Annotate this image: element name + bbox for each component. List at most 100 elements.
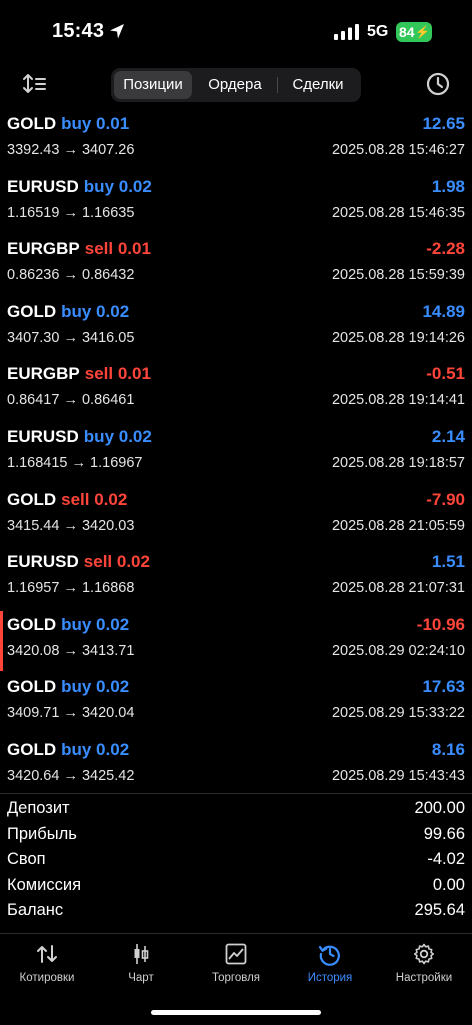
deal-side: buy 0.02 — [83, 176, 152, 196]
period-clock-icon[interactable] — [424, 70, 452, 98]
deal-date: 2025.08.28 21:05:59 — [331, 517, 465, 534]
tab-orders[interactable]: Ордера — [194, 71, 276, 99]
summary-balance: Баланс 295.64 — [0, 896, 472, 922]
tab-chart[interactable]: Чарт — [94, 934, 188, 996]
location-arrow-icon — [110, 24, 124, 39]
summary-label: Депозит — [7, 799, 70, 817]
deal-prices: 3407.30 → 3416.05 — [7, 329, 135, 346]
network-type: 5G — [367, 23, 389, 40]
list-item[interactable]: EURUSD sell 0.02 1.16957 → 1.16868 1.51 2… — [0, 548, 472, 611]
sort-icon[interactable] — [20, 70, 50, 98]
trade-chart-icon — [225, 943, 247, 965]
deal-date: 2025.08.28 19:18:57 — [331, 454, 465, 471]
deal-prices: 0.86236 → 0.86432 — [7, 267, 135, 284]
list-item[interactable]: GOLD buy 0.01 3392.43 → 3407.26 12.65 202… — [0, 110, 472, 173]
deal-prices: 1.168415 → 1.16967 — [7, 454, 143, 471]
deal-side: buy 0.02 — [61, 614, 130, 634]
deal-side: sell 0.01 — [84, 239, 151, 259]
tab-settings[interactable]: Настройки — [377, 934, 471, 996]
deal-symbol: EURUSD — [7, 552, 79, 572]
deal-prices: 3420.64 → 3425.42 — [7, 767, 135, 784]
deal-side: sell 0.01 — [84, 364, 151, 384]
deals-list: GOLD buy 0.01 3392.43 → 3407.26 12.65 202… — [0, 110, 472, 799]
deal-symbol: GOLD — [7, 614, 57, 634]
deal-side: buy 0.01 — [61, 114, 130, 133]
summary-label: Прибыль — [7, 824, 77, 843]
deal-title: GOLD buy 0.02 — [7, 740, 129, 760]
deal-symbol: GOLD — [7, 677, 57, 697]
tab-quotes[interactable]: Котировки — [0, 934, 94, 996]
settings-gear-icon — [413, 943, 435, 965]
tab-positions[interactable]: Позиции — [114, 71, 192, 99]
deal-symbol: GOLD — [7, 489, 57, 509]
tab-deals[interactable]: Сделки — [278, 71, 358, 99]
list-item[interactable]: GOLD buy 0.02 3409.71 → 3420.04 17.63 202… — [0, 673, 472, 736]
summary-value: 0.00 — [432, 875, 465, 894]
deal-profit: -10.96 — [416, 614, 465, 634]
deal-prices: 3392.43 → 3407.26 — [7, 142, 135, 158]
list-item[interactable]: EURGBP sell 0.01 0.86417 → 0.86461 -0.51 … — [0, 360, 472, 423]
account-summary: Депозит 200.00 Прибыль 99.66 Своп -4.02 Ком… — [0, 793, 472, 922]
deal-profit: -2.28 — [426, 239, 465, 259]
tab-label: Торговля — [211, 972, 261, 984]
deal-title: GOLD buy 0.02 — [7, 302, 129, 322]
selection-marker — [0, 610, 3, 671]
deal-title: GOLD sell 0.02 — [7, 490, 127, 510]
deal-title: EURUSD buy 0.02 — [7, 427, 152, 447]
list-item[interactable]: GOLD sell 0.02 3415.44 → 3420.03 -7.90 20… — [0, 486, 472, 549]
summary-swap: Своп -4.02 — [0, 845, 472, 871]
status-time: 15:43 — [52, 20, 105, 42]
deal-side: buy 0.02 — [61, 677, 130, 697]
deal-prices: 0.86417 → 0.86461 — [7, 392, 135, 409]
list-item[interactable]: GOLD buy 0.02 3420.64 → 3425.42 8.16 2025… — [0, 736, 472, 799]
deal-date: 2025.08.28 15:46:35 — [331, 204, 465, 221]
deal-profit: 1.51 — [431, 552, 465, 572]
deal-profit: 1.98 — [431, 176, 465, 196]
deal-title: EURUSD sell 0.02 — [7, 552, 150, 572]
deal-side: sell 0.02 — [61, 489, 128, 509]
tab-label: Чарт — [128, 972, 154, 984]
battery-level: 84 — [399, 24, 415, 40]
summary-value: 200.00 — [414, 799, 465, 817]
deal-side: buy 0.02 — [61, 739, 130, 759]
deal-prices: 3420.08 → 3413.71 — [7, 642, 135, 659]
battery-indicator: 84 ⚡ — [396, 22, 432, 42]
tab-label: Настройки — [395, 972, 453, 984]
deal-side: sell 0.02 — [83, 552, 150, 572]
summary-value: 295.64 — [414, 901, 465, 920]
candlestick-chart-icon — [134, 944, 149, 964]
deal-title: GOLD buy 0.02 — [7, 677, 129, 697]
summary-label: Своп — [7, 850, 46, 869]
deal-symbol: EURUSD — [7, 176, 79, 196]
list-item[interactable]: EURUSD buy 0.02 1.168415 → 1.16967 2.14 2… — [0, 423, 472, 486]
deal-symbol: GOLD — [7, 114, 57, 133]
deal-title: GOLD buy 0.01 — [7, 114, 129, 134]
summary-deposit: Депозит 200.00 — [0, 794, 472, 820]
deal-prices: 3415.44 → 3420.03 — [7, 517, 135, 534]
list-item[interactable]: EURUSD buy 0.02 1.16519 → 1.16635 1.98 20… — [0, 173, 472, 236]
deal-date: 2025.08.29 15:43:43 — [331, 767, 465, 784]
deal-date: 2025.08.28 19:14:26 — [331, 329, 465, 346]
deal-symbol: EURGBP — [7, 364, 80, 384]
history-clock-icon — [318, 945, 340, 966]
tab-history[interactable]: История — [283, 934, 377, 996]
quotes-arrows-icon — [37, 945, 57, 963]
list-item-selected[interactable]: GOLD buy 0.02 3420.08 → 3413.71 -10.96 20… — [0, 610, 472, 674]
history-toolbar: Позиции Ордера Сделки — [0, 62, 472, 108]
list-item[interactable]: GOLD buy 0.02 3407.30 → 3416.05 14.89 202… — [0, 298, 472, 361]
tab-label: История — [307, 972, 353, 984]
tab-trade[interactable]: Торговля — [189, 934, 283, 996]
charging-bolt-icon: ⚡ — [415, 25, 430, 39]
summary-label: Комиссия — [7, 875, 82, 894]
tab-label: Котировки — [19, 972, 75, 984]
summary-value: 99.66 — [423, 824, 465, 843]
deal-profit: 12.65 — [422, 114, 465, 133]
deal-prices: 1.16519 → 1.16635 — [7, 204, 135, 221]
list-item[interactable]: EURGBP sell 0.01 0.86236 → 0.86432 -2.28 … — [0, 235, 472, 298]
deal-profit: -0.51 — [426, 364, 465, 384]
status-bar: 15:43 5G 84 ⚡ — [0, 0, 472, 62]
deal-symbol: GOLD — [7, 301, 57, 321]
deal-profit: 2.14 — [431, 426, 465, 446]
deal-profit: 8.16 — [431, 739, 465, 759]
summary-label: Баланс — [7, 901, 64, 920]
